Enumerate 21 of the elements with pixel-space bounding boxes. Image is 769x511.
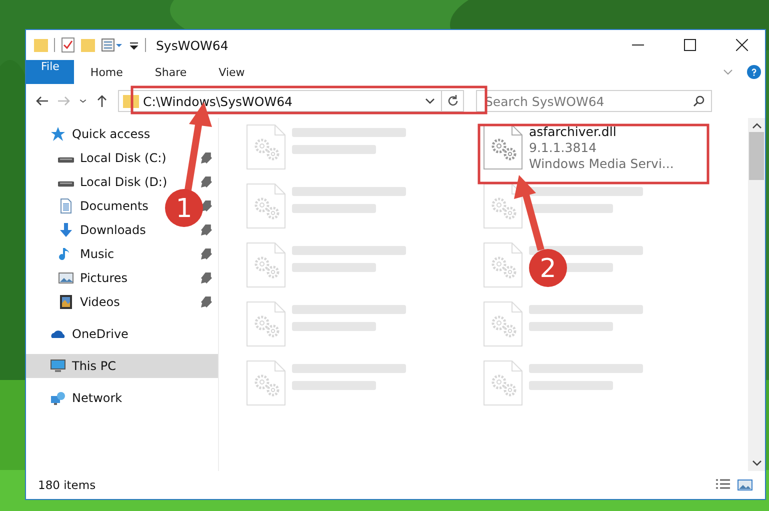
nav-item[interactable]: Local Disk (C:): [26, 146, 218, 170]
file-name: asfarchiver.dll: [529, 124, 618, 139]
address-path: C:\Windows\SysWOW64: [143, 94, 294, 108]
ribbon-tab[interactable]: Share: [138, 60, 203, 84]
nav-item[interactable]: OneDrive: [26, 322, 218, 346]
step-badge: 1: [165, 189, 203, 227]
window-title: SysWOW64: [156, 38, 230, 52]
file-menu-button[interactable]: File: [26, 60, 74, 84]
nav-item[interactable]: Videos: [26, 290, 218, 314]
nav-item[interactable]: Music: [26, 242, 218, 266]
nav-item[interactable]: Quick access: [26, 122, 218, 146]
nav-item[interactable]: Network: [26, 386, 218, 410]
step-badge: 2: [529, 249, 567, 287]
ribbon-tab[interactable]: Home: [74, 60, 139, 84]
address-bar[interactable]: C:\Windows\SysWOW64: [118, 90, 464, 112]
nav-item[interactable]: This PC: [26, 354, 218, 378]
ribbon-tab[interactable]: View: [202, 60, 261, 84]
file-detail: Windows Media Servi...: [529, 156, 674, 171]
nav-item[interactable]: Pictures: [26, 266, 218, 290]
item-count: 180 items: [38, 478, 97, 492]
file-detail: 9.1.1.3814: [529, 140, 598, 155]
